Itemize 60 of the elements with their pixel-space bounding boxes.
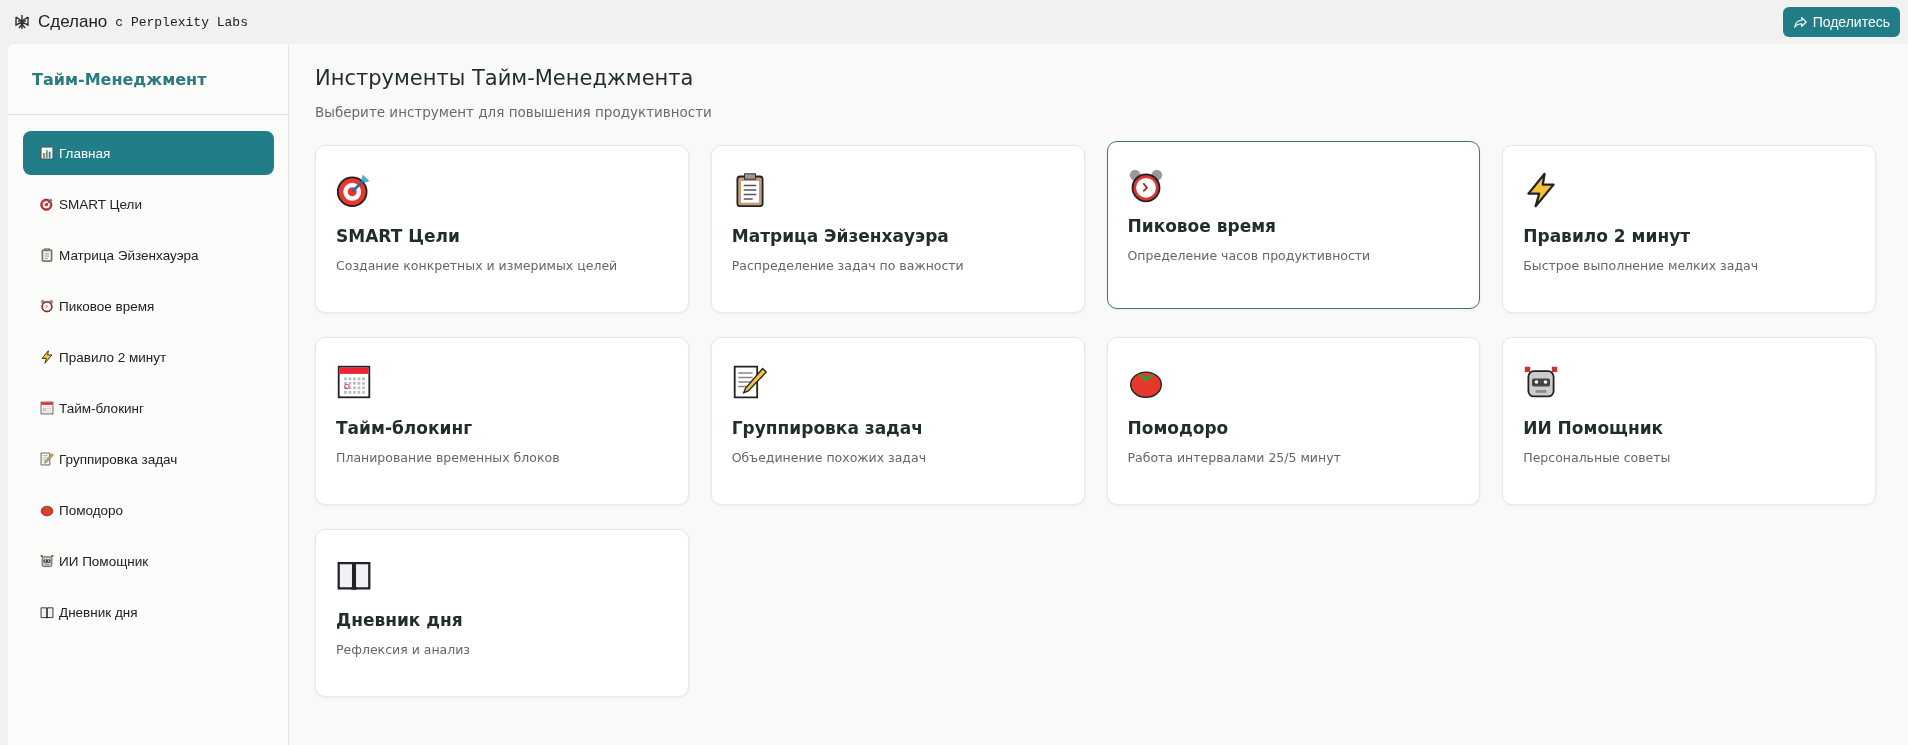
clipboard-icon (40, 248, 54, 262)
share-arrow-icon (1792, 15, 1807, 29)
tool-card[interactable]: Группировка задач Объединение похожих задач (710, 337, 1085, 505)
card-description: Работа интервалами 25/5 минут (1127, 450, 1342, 465)
robot-icon (1523, 364, 1560, 400)
card-title: Тайм-блокинг (336, 418, 473, 438)
tool-card[interactable]: Тайм-блокинг Планирование временных блоков (315, 337, 689, 505)
card-description: Рефлексия и анализ (336, 642, 471, 657)
memo-pencil-icon (731, 364, 768, 400)
card-description: Персональные советы (1523, 450, 1672, 465)
card-title: Группировка задач (731, 418, 924, 438)
tool-card[interactable]: Помодоро Работа интервалами 25/5 минут (1106, 337, 1481, 505)
calendar-icon (40, 401, 54, 415)
bar-chart-icon (40, 146, 54, 160)
card-title: Помодоро (1127, 418, 1230, 438)
tool-card[interactable]: Пиковое время Определение часов продуктивности (1106, 141, 1481, 309)
page-subtitle: Выберите инструмент для повышения продуктивности (315, 104, 713, 120)
nav-item[interactable]: SMART Цели (23, 182, 274, 226)
nav-item[interactable]: Главная (23, 131, 274, 175)
card-title: Пиковое время (1127, 216, 1277, 236)
logo-icon (14, 14, 30, 30)
card-title: Матрица Эйзенхауэра (731, 226, 950, 246)
tomato-icon (40, 503, 54, 517)
brand-suffix: с Perplexity Labs (115, 14, 248, 30)
open-book-icon (40, 605, 54, 619)
card-description: Определение часов продуктивности (1127, 248, 1372, 263)
nav-item[interactable]: Дневник дня (23, 590, 274, 634)
memo-pencil-icon (40, 452, 54, 466)
tool-card[interactable]: Дневник дня Рефлексия и анализ (315, 529, 689, 697)
card-title: SMART Цели (336, 226, 461, 246)
nav-item[interactable]: Помодоро (23, 488, 274, 532)
brand-text: Сделано (38, 12, 108, 32)
card-description: Объединение похожих задач (731, 450, 928, 465)
share-button[interactable]: Поделитесь (1782, 7, 1900, 37)
alarm-clock-icon (1127, 168, 1164, 204)
card-title: Дневник дня (336, 610, 464, 630)
lightning-icon (40, 350, 54, 364)
card-title: ИИ Помощник (1523, 418, 1665, 438)
card-description: Быстрое выполнение мелких задач (1523, 258, 1760, 273)
nav-item[interactable]: ИИ Помощник (23, 539, 274, 583)
nav-item[interactable]: Пиковое время (23, 284, 274, 328)
robot-icon (40, 554, 54, 568)
sidebar-title: Тайм-Менеджмент (8, 44, 288, 115)
page-title: Инструменты Тайм-Менеджмента (315, 66, 695, 90)
tool-card[interactable]: Правило 2 минут Быстрое выполнение мелких задач (1502, 145, 1876, 313)
card-description: Планирование временных блоков (336, 450, 561, 465)
calendar-icon (336, 364, 372, 400)
tool-card[interactable]: ИИ Помощник Персональные советы (1502, 337, 1876, 505)
alarm-clock-icon (40, 299, 54, 313)
card-description: Создание конкретных и измеримых целей (336, 258, 619, 273)
nav-item[interactable]: Правило 2 минут (23, 335, 274, 379)
nav-item[interactable]: Группировка задач (23, 437, 274, 481)
target-icon (40, 197, 54, 211)
nav-item[interactable]: Тайм-блокинг (23, 386, 274, 430)
nav-item[interactable]: Матрица Эйзенхауэра (23, 233, 274, 277)
card-description: Распределение задач по важности (731, 258, 965, 273)
tool-card[interactable]: SMART Цели Создание конкретных и измеримых целей (315, 145, 689, 313)
target-icon (336, 172, 372, 208)
tool-card[interactable]: Матрица Эйзенхауэра Распределение задач по важности (710, 145, 1085, 313)
card-title: Правило 2 минут (1523, 226, 1692, 246)
